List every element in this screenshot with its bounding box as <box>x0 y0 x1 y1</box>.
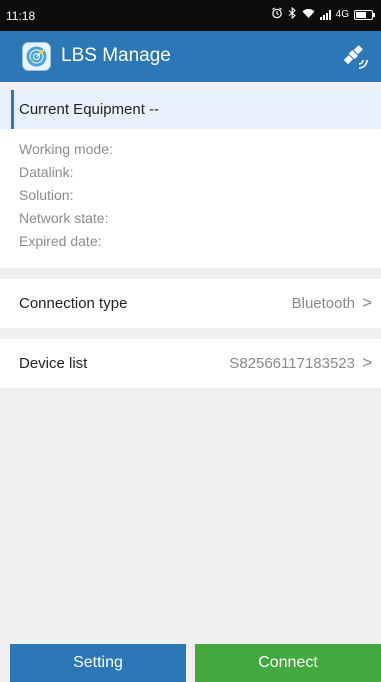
connection-type-row[interactable]: Connection type Bluetooth > <box>0 279 381 328</box>
alarm-icon <box>271 7 283 22</box>
working-mode-label: Working mode: <box>19 141 113 157</box>
current-equipment-title: Current Equipment -- <box>19 101 160 118</box>
connection-type-label: Connection type <box>19 295 128 312</box>
section-accent-bar <box>11 90 14 129</box>
satellite-icon[interactable] <box>340 42 368 70</box>
status-time: 11:18 <box>6 9 36 23</box>
signal-icon <box>319 9 331 20</box>
network-type-label: 4G <box>335 9 349 20</box>
app-title: LBS Manage <box>61 45 171 66</box>
connection-type-value: Bluetooth <box>291 295 355 312</box>
device-list-value: S82566117183523 <box>229 355 355 372</box>
radar-logo-icon <box>22 42 51 71</box>
current-equipment-header: Current Equipment -- <box>0 90 381 129</box>
device-list-row[interactable]: Device list S82566117183523 > <box>0 339 381 388</box>
chevron-right-icon: > <box>362 353 372 372</box>
datalink-label: Datalink: <box>19 164 74 180</box>
status-bar: 11:18 4G <box>0 0 381 31</box>
wifi-icon <box>302 8 315 22</box>
connect-button[interactable]: Connect <box>195 644 381 682</box>
status-icons: 4G <box>271 6 375 22</box>
equipment-info-panel: Working mode: Datalink: Solution: Networ… <box>0 129 381 268</box>
app-bar: LBS Manage <box>0 31 381 82</box>
device-list-label: Device list <box>19 355 88 372</box>
network-state-label: Network state: <box>19 210 109 226</box>
expired-date-label: Expired date: <box>19 233 102 249</box>
chevron-right-icon: > <box>362 293 372 312</box>
solution-label: Solution: <box>19 187 74 203</box>
setting-button[interactable]: Setting <box>10 644 186 682</box>
battery-icon <box>354 9 375 20</box>
bluetooth-icon <box>288 6 297 22</box>
